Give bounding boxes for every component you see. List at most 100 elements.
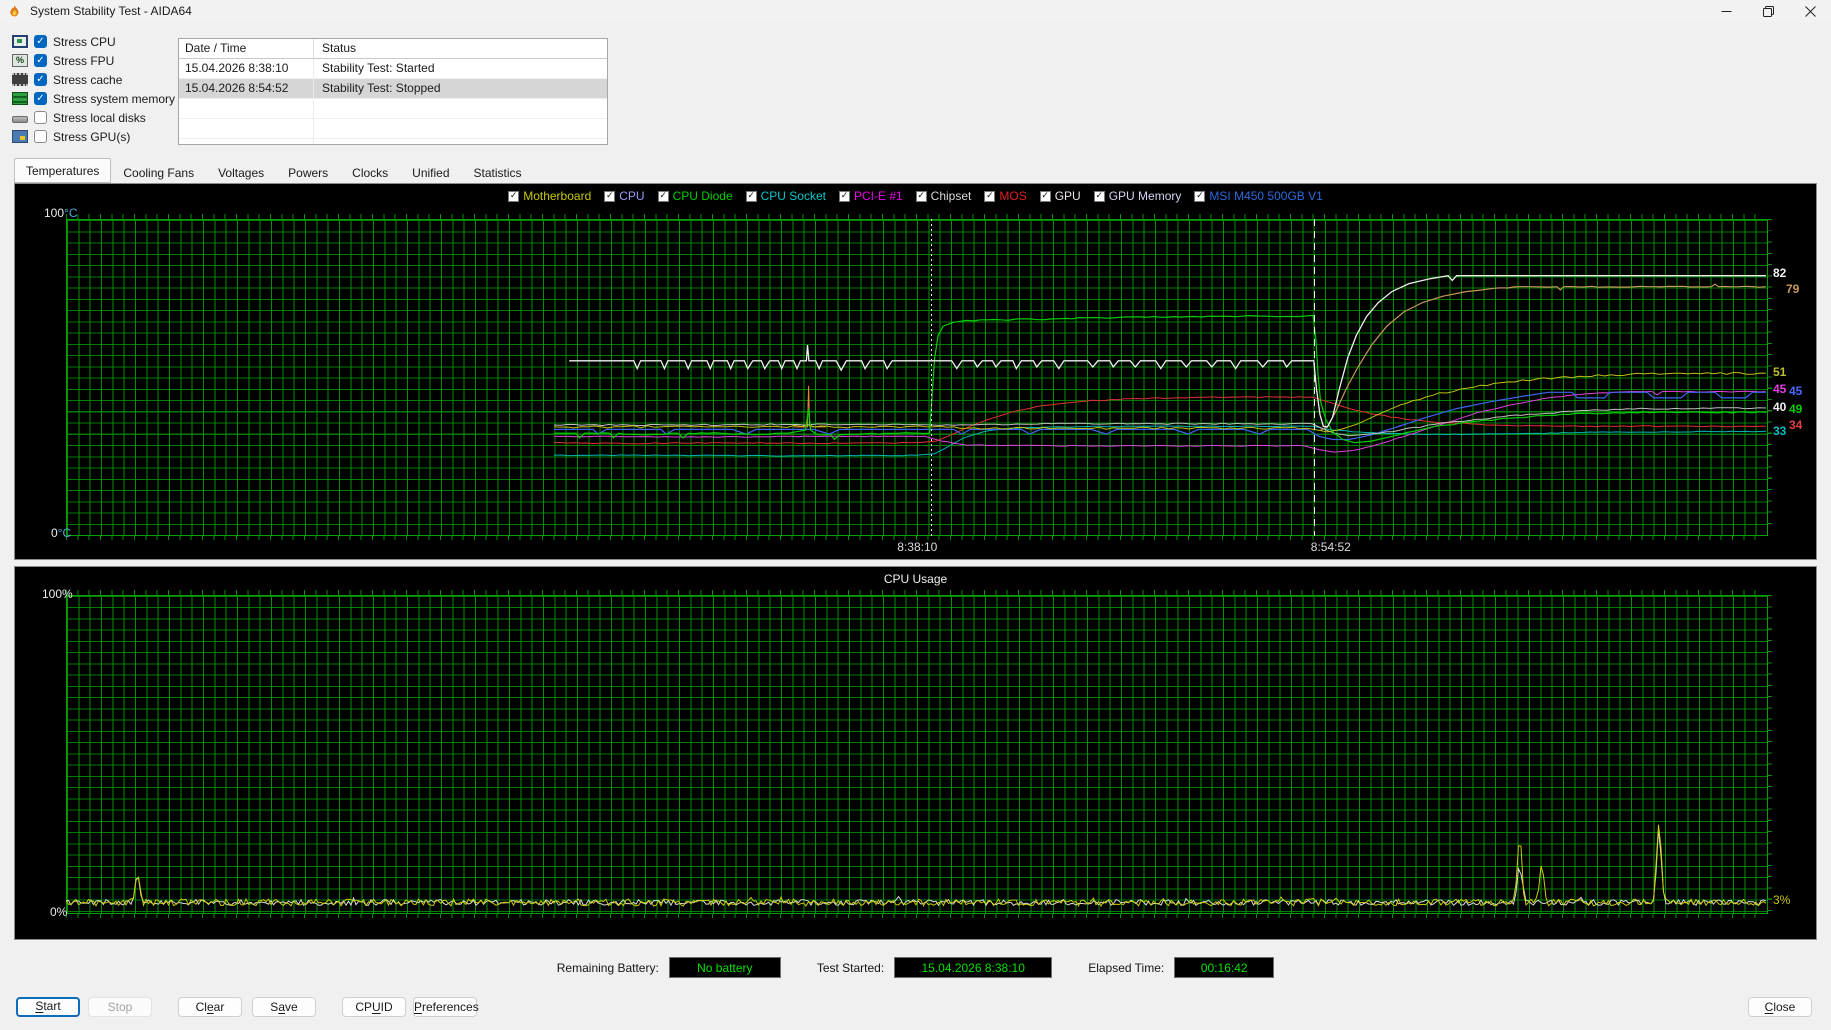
temp-value-label: 33 (1773, 424, 1786, 438)
close-button[interactable]: Close (1748, 997, 1812, 1017)
table-row[interactable]: 15.04.2026 8:38:10Stability Test: Starte… (179, 59, 607, 79)
restore-icon (1763, 6, 1774, 17)
legend-checkbox[interactable]: ✓ (916, 191, 927, 202)
stress-option-label: Stress CPU (53, 35, 116, 49)
log-status-cell: Stability Test: Stopped (314, 79, 607, 98)
temp-grid-right-ticks (1767, 219, 1772, 534)
tab-powers[interactable]: Powers (276, 162, 340, 183)
cpu-usage (66, 825, 1766, 906)
start-button[interactable]: Start (16, 997, 80, 1017)
elapsed-time-label: Elapsed Time: (1088, 961, 1164, 975)
legend-item-gpu-memory[interactable]: ✓GPU Memory (1094, 189, 1182, 203)
battery-value-box: No battery (669, 957, 781, 978)
table-row-empty (179, 139, 607, 145)
tab-unified[interactable]: Unified (400, 162, 461, 183)
log-datetime-cell (179, 139, 314, 145)
stress-checkbox-gpu[interactable] (34, 130, 47, 143)
temp-value-label: 49 (1789, 402, 1802, 416)
legend-checkbox[interactable]: ✓ (658, 191, 669, 202)
preferences-button[interactable]: Preferences (413, 997, 477, 1017)
tab-clocks[interactable]: Clocks (340, 162, 400, 183)
cpu-axis-min-label: 0% (50, 905, 67, 919)
stress-checkbox-cpu[interactable]: ✓ (34, 35, 47, 48)
legend-checkbox[interactable]: ✓ (1094, 191, 1105, 202)
legend-item-cpu-socket[interactable]: ✓CPU Socket (746, 189, 826, 203)
legend-item-msi-m450-500gb-v1[interactable]: ✓MSI M450 500GB V1 (1194, 189, 1322, 203)
restore-button[interactable] (1747, 0, 1789, 22)
window-title: System Stability Test - AIDA64 (30, 4, 192, 18)
legend-item-pci-e-1[interactable]: ✓ PCI-E #1 (839, 189, 903, 203)
legend-checkbox[interactable]: ✓ (604, 191, 615, 202)
legend-checkbox[interactable]: ✓ (984, 191, 995, 202)
close-window-button[interactable] (1789, 0, 1831, 22)
tab-voltages[interactable]: Voltages (206, 162, 276, 183)
stress-checkbox-disk[interactable] (34, 111, 47, 124)
stop-button[interactable]: Stop (88, 997, 152, 1017)
table-row[interactable]: 15.04.2026 8:54:52Stability Test: Stoppe… (179, 79, 607, 99)
temp-series-chipset (554, 408, 1766, 436)
stress-option-label: Stress GPU(s) (53, 130, 130, 144)
cpu-icon (12, 35, 28, 48)
event-log-header: Date / Time Status (179, 39, 607, 59)
time-axis-label: 8:38:10 (897, 540, 937, 554)
stress-checkbox-fpu[interactable]: ✓ (34, 54, 47, 67)
temp-value-label: 79 (1786, 282, 1799, 296)
temperature-plot (66, 219, 1766, 534)
temp-value-label: 45 (1773, 382, 1786, 396)
stress-checkbox-mem[interactable]: ✓ (34, 92, 47, 105)
gpu-icon (12, 130, 28, 143)
temp-value-label: 82 (1773, 266, 1786, 280)
log-status-cell (314, 139, 607, 145)
mem-icon (12, 92, 28, 105)
temp-value-label: 40 (1773, 400, 1786, 414)
status-bar: Remaining Battery: No battery Test Start… (0, 957, 1831, 978)
column-header-datetime[interactable]: Date / Time (179, 39, 314, 58)
legend-item-cpu[interactable]: ✓CPU (604, 189, 644, 203)
legend-item-cpu-diode[interactable]: ✓ CPU Diode (658, 189, 733, 203)
temp-series-cpu (569, 276, 1766, 427)
cpu-axis-max-label: 100% (42, 587, 73, 601)
legend-checkbox[interactable]: ✓ (746, 191, 757, 202)
temp-axis-min-label: 0°C (51, 526, 71, 540)
legend-label: Chipset (931, 189, 972, 203)
cpu-grid-right-ticks (1767, 595, 1772, 912)
elapsed-time-value-box: 00:16:42 (1174, 957, 1274, 978)
legend-checkbox[interactable]: ✓ (1040, 191, 1051, 202)
table-row-empty (179, 99, 607, 119)
legend-checkbox[interactable]: ✓ (839, 191, 850, 202)
legend-item-motherboard[interactable]: ✓Motherboard (508, 189, 591, 203)
stress-option-label: Stress system memory (53, 92, 175, 106)
column-header-status[interactable]: Status (314, 39, 607, 58)
table-row-empty (179, 119, 607, 139)
log-datetime-cell: 15.04.2026 8:54:52 (179, 79, 314, 98)
tab-statistics[interactable]: Statistics (462, 162, 534, 183)
legend-checkbox[interactable]: ✓ (508, 191, 519, 202)
stress-option-label: Stress local disks (53, 111, 146, 125)
cpu-grid-bottom-ticks (66, 913, 1766, 918)
legend-label: PCI-E #1 (854, 189, 903, 203)
clear-button[interactable]: Clear (178, 997, 242, 1017)
window-titlebar: System Stability Test - AIDA64 (0, 0, 1831, 22)
disk-icon (12, 116, 28, 123)
legend-item-mos[interactable]: ✓MOS (984, 189, 1026, 203)
legend-item-gpu[interactable]: ✓GPU (1040, 189, 1081, 203)
temp-series-motherboard (554, 373, 1766, 432)
tab-cooling-fans[interactable]: Cooling Fans (111, 162, 206, 183)
legend-item-chipset[interactable]: ✓ Chipset (916, 189, 972, 203)
log-datetime-cell: 15.04.2026 8:38:10 (179, 59, 314, 78)
temperature-chart-panel: ✓Motherboard✓CPU✓CPU Diode✓CPU Socket✓PC… (14, 183, 1817, 560)
temp-value-label: 51 (1773, 365, 1786, 379)
stress-checkbox-cache[interactable]: ✓ (34, 73, 47, 86)
cache-icon (12, 73, 28, 86)
save-button[interactable]: Save (252, 997, 316, 1017)
stress-option-label: Stress FPU (53, 54, 114, 68)
legend-checkbox[interactable]: ✓ (1194, 191, 1205, 202)
cpu-usage-chart-panel: CPU Usage 100% 0% 3% (14, 566, 1817, 940)
minimize-button[interactable] (1705, 0, 1747, 22)
legend-label: CPU Diode (673, 189, 733, 203)
temperature-legend: ✓Motherboard✓CPU✓CPU Diode✓CPU Socket✓PC… (15, 189, 1816, 203)
tab-temperatures[interactable]: Temperatures (14, 158, 111, 183)
cpuid-button[interactable]: CPUID (342, 997, 406, 1017)
battery-label: Remaining Battery: (557, 961, 659, 975)
app-flame-icon (7, 4, 22, 19)
